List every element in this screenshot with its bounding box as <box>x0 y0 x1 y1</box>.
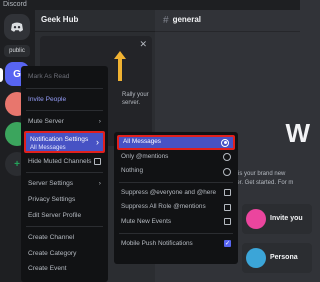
option-only-mentions[interactable]: Only @mentions <box>117 150 235 165</box>
menu-item-mark-as-read[interactable]: Mark As Read <box>24 69 105 85</box>
chevron-right-icon: › <box>98 180 101 188</box>
option-label: Suppress All Role @mentions <box>121 203 206 211</box>
separator <box>119 181 233 183</box>
invite-icon <box>246 209 266 229</box>
menu-item-label: Notification Settings <box>30 135 89 143</box>
checkbox <box>224 218 231 226</box>
menu-item-label: Privacy Settings <box>28 195 76 203</box>
boost-arrow-icon <box>114 51 126 81</box>
welcome-title: W <box>285 118 310 148</box>
menu-item-label: Create Category <box>28 249 77 257</box>
separator <box>119 232 233 234</box>
menu-item-create-event[interactable]: Create Event <box>24 261 105 277</box>
server-context-menu: Mark As Read Invite People Mute Server › … <box>21 66 108 282</box>
checkbox-checked-icon: ✓ <box>224 240 231 248</box>
server-name[interactable]: Geek Hub <box>35 10 155 32</box>
menu-item-invite-people[interactable]: Invite People <box>24 92 105 108</box>
direct-messages-button[interactable] <box>4 14 30 40</box>
menu-item-label: Server Settings <box>28 180 74 188</box>
menu-item-sublabel: All Messages <box>30 144 66 151</box>
channel-header: # general <box>155 10 300 32</box>
option-label: Only @mentions <box>121 152 169 160</box>
menu-item-label: Mark As Read <box>28 73 70 80</box>
option-mute-new-events[interactable]: Mute New Events <box>117 215 235 230</box>
title-bar: Discord <box>0 0 300 10</box>
close-icon[interactable]: ✕ <box>139 39 147 50</box>
separator <box>26 110 103 112</box>
radio-icon <box>223 167 231 176</box>
menu-item-mute-server[interactable]: Mute Server › <box>24 114 105 130</box>
chevron-right-icon: › <box>96 136 99 147</box>
checkbox <box>224 203 231 211</box>
menu-item-hide-muted-channels[interactable]: Hide Muted Channels <box>24 154 105 170</box>
option-all-messages[interactable]: All Messages <box>117 135 235 150</box>
chevron-right-icon: › <box>98 118 101 126</box>
option-label: All Messages <box>123 138 162 145</box>
invite-card[interactable]: Invite you <box>242 204 312 234</box>
radio-icon <box>223 153 231 162</box>
menu-item-label: Invite People <box>28 95 67 103</box>
menu-item-edit-server-profile[interactable]: Edit Server Profile <box>24 208 105 224</box>
server-tag: public <box>4 45 30 57</box>
option-label: Nothing <box>121 167 144 175</box>
option-suppress-role-mentions[interactable]: Suppress All Role @mentions <box>117 200 235 215</box>
menu-item-notification-settings[interactable]: Notification Settings All Messages › <box>24 130 105 153</box>
promo-text: Rally your server. <box>122 92 149 106</box>
separator <box>26 87 103 89</box>
option-nothing[interactable]: Nothing <box>117 164 235 179</box>
notification-settings-submenu: All Messages Only @mentions Nothing Supp… <box>114 132 238 264</box>
checkbox[interactable] <box>94 157 101 165</box>
menu-item-label: Create Channel <box>28 234 75 242</box>
menu-item-server-settings[interactable]: Server Settings › <box>24 176 105 192</box>
option-label: Mobile Push Notifications <box>121 239 193 247</box>
menu-item-create-category[interactable]: Create Category <box>24 246 105 262</box>
channel-name: general <box>172 15 202 24</box>
personalize-card-label: Persona <box>270 254 298 261</box>
menu-item-label: Hide Muted Channels <box>28 157 92 165</box>
radio-selected-icon <box>221 138 229 147</box>
menu-item-create-channel[interactable]: Create Channel <box>24 230 105 246</box>
discord-logo-icon <box>11 22 23 32</box>
checkbox <box>224 189 231 197</box>
option-suppress-everyone[interactable]: Suppress @everyone and @here <box>117 186 235 201</box>
menu-item-privacy-settings[interactable]: Privacy Settings <box>24 192 105 208</box>
separator <box>26 172 103 174</box>
option-mobile-push[interactable]: Mobile Push Notifications ✓ <box>117 237 235 252</box>
option-label: Mute New Events <box>121 217 172 225</box>
menu-item-label: Create Event <box>28 265 67 273</box>
personalize-card[interactable]: Persona <box>242 243 312 273</box>
hashtag-icon: # <box>163 15 169 26</box>
active-server-indicator <box>0 68 3 82</box>
menu-item-label: Edit Server Profile <box>28 211 82 219</box>
invite-card-label: Invite you <box>270 215 303 222</box>
option-label: Suppress @everyone and @here <box>121 188 217 196</box>
personalize-icon <box>246 248 266 268</box>
separator <box>26 226 103 228</box>
app-title: Discord <box>3 1 27 8</box>
menu-item-label: Mute Server <box>28 118 64 126</box>
